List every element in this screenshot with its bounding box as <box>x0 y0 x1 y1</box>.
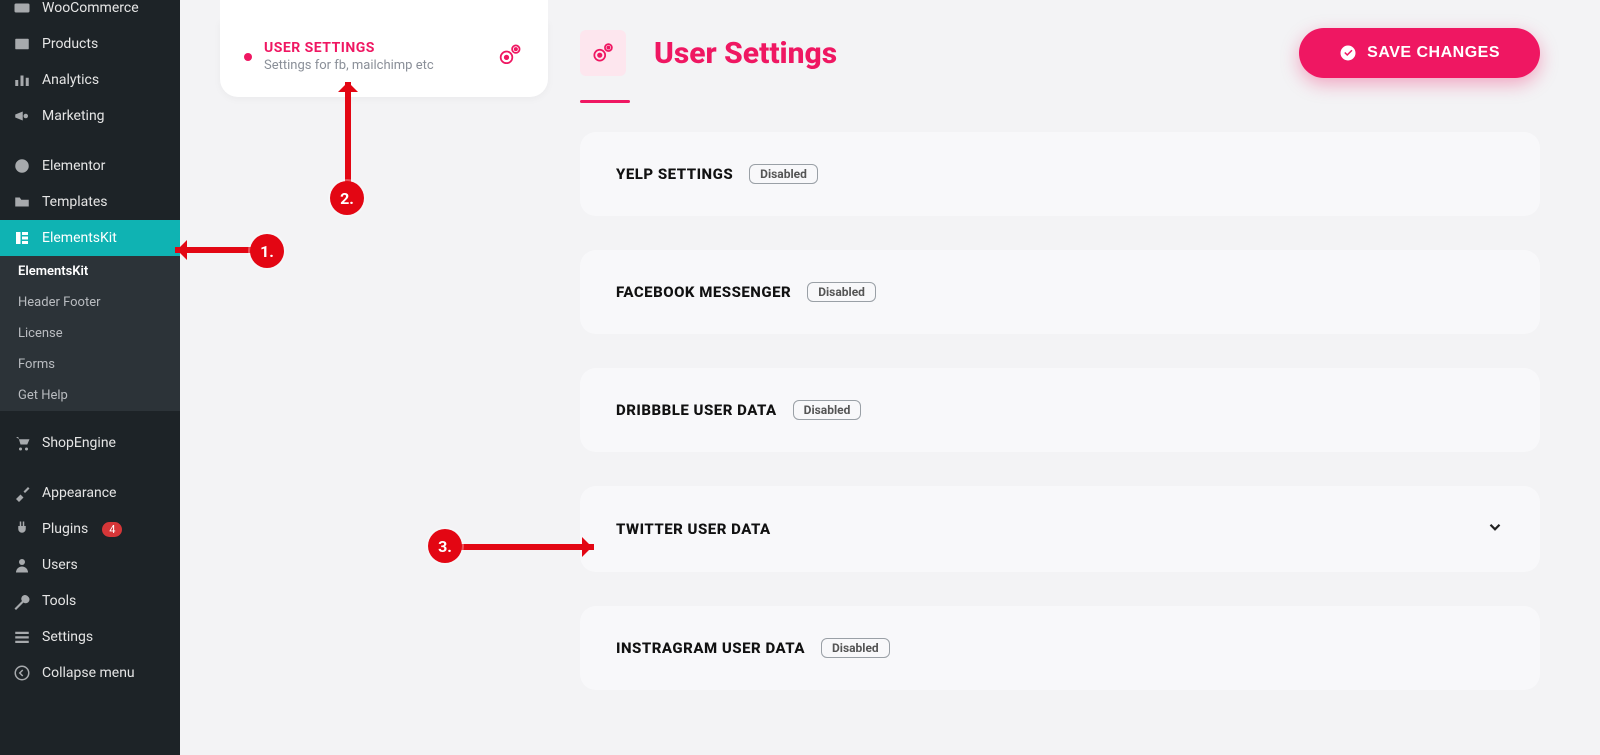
panel-title: TWITTER USER DATA <box>616 520 771 538</box>
sidebar-item-elementskit[interactable]: ElementsKit <box>0 220 180 256</box>
sidebar-subitem-elementskit[interactable]: ElementsKit <box>0 256 180 287</box>
tag-icon <box>12 35 32 53</box>
sidebar-item-products[interactable]: Products <box>0 26 180 62</box>
megaphone-icon <box>12 107 32 125</box>
annotation-marker-2: 2. <box>330 181 364 215</box>
sidebar-label: Analytics <box>42 72 99 88</box>
chevron-down-icon <box>1486 518 1504 540</box>
sidebar-label: Tools <box>42 593 76 609</box>
sidebar-label: Users <box>42 557 78 573</box>
header-underline <box>580 100 630 103</box>
panel-instagram[interactable]: INSTRAGRAM USER DATA Disabled <box>580 606 1540 690</box>
sidebar-item-tools[interactable]: Tools <box>0 583 180 619</box>
gear-icon <box>496 41 524 73</box>
annotation-arrow-1 <box>175 247 255 253</box>
brush-icon <box>12 484 32 502</box>
sidebar-label: ElementsKit <box>42 230 117 246</box>
settings-tab-card[interactable]: USER SETTINGS Settings for fb, mailchimp… <box>220 20 548 97</box>
sidebar-item-plugins[interactable]: Plugins 4 <box>0 511 180 547</box>
sidebar-label: ShopEngine <box>42 435 116 451</box>
sidebar-item-settings[interactable]: Settings <box>0 619 180 655</box>
sidebar-label: Appearance <box>42 485 116 501</box>
wp-admin-sidebar: WooCommerce Products Analytics Marketing… <box>0 0 180 755</box>
save-changes-button[interactable]: SAVE CHANGES <box>1299 28 1540 78</box>
panel-yelp[interactable]: YELP SETTINGS Disabled <box>580 132 1540 216</box>
annotation-arrow-3 <box>458 544 594 550</box>
settings-panels: YELP SETTINGS Disabled FACEBOOK MESSENGE… <box>580 132 1540 690</box>
sliders-icon <box>12 628 32 646</box>
sidebar-label: WooCommerce <box>42 0 139 16</box>
sidebar-item-woocommerce[interactable]: WooCommerce <box>0 0 180 26</box>
panel-dribbble[interactable]: DRIBBBLE USER DATA Disabled <box>580 368 1540 452</box>
sidebar-label: Settings <box>42 629 93 645</box>
panel-twitter[interactable]: TWITTER USER DATA <box>580 486 1540 572</box>
collapse-icon <box>12 664 32 682</box>
sidebar-item-analytics[interactable]: Analytics <box>0 62 180 98</box>
sidebar-subitem-get-help[interactable]: Get Help <box>0 380 180 411</box>
tab-subtitle: Settings for fb, mailchimp etc <box>264 58 490 73</box>
ekit-icon <box>12 229 32 247</box>
sidebar-item-marketing[interactable]: Marketing <box>0 98 180 134</box>
user-icon <box>12 556 32 574</box>
tab-title: USER SETTINGS <box>264 40 490 56</box>
sidebar-label: Elementor <box>42 158 105 174</box>
sidebar-item-templates[interactable]: Templates <box>0 184 180 220</box>
sidebar-label: Plugins <box>42 521 88 537</box>
status-badge: Disabled <box>793 400 862 420</box>
active-dot-icon <box>244 53 252 61</box>
header-gear-icon <box>580 30 626 76</box>
sidebar-item-shopengine[interactable]: ShopEngine <box>0 425 180 461</box>
sidebar-label: Marketing <box>42 108 105 124</box>
status-badge: Disabled <box>749 164 818 184</box>
status-badge: Disabled <box>821 638 890 658</box>
sidebar-submenu: ElementsKit Header Footer License Forms … <box>0 256 180 411</box>
sidebar-item-collapse[interactable]: Collapse menu <box>0 655 180 691</box>
plugins-update-badge: 4 <box>102 522 122 537</box>
panel-title: YELP SETTINGS <box>616 165 733 183</box>
plug-icon <box>12 520 32 538</box>
sidebar-label: Products <box>42 36 98 52</box>
wrench-icon <box>12 592 32 610</box>
annotation-arrow-2 <box>345 82 351 187</box>
sidebar-item-appearance[interactable]: Appearance <box>0 475 180 511</box>
sidebar-label: Templates <box>42 194 108 210</box>
panel-facebook-messenger[interactable]: FACEBOOK MESSENGER Disabled <box>580 250 1540 334</box>
sidebar-subitem-forms[interactable]: Forms <box>0 349 180 380</box>
annotation-marker-1: 1. <box>250 234 284 268</box>
annotation-marker-3: 3. <box>428 529 462 563</box>
sidebar-item-elementor[interactable]: Elementor <box>0 148 180 184</box>
cart-icon <box>12 434 32 452</box>
page-header: User Settings SAVE CHANGES <box>580 28 1540 78</box>
panel-title: DRIBBBLE USER DATA <box>616 401 777 419</box>
save-label: SAVE CHANGES <box>1367 44 1500 62</box>
sidebar-subitem-license[interactable]: License <box>0 318 180 349</box>
panel-title: FACEBOOK MESSENGER <box>616 283 791 301</box>
page-title: User Settings <box>654 36 837 71</box>
check-circle-icon <box>1339 44 1357 62</box>
bars-icon <box>12 71 32 89</box>
panel-title: INSTRAGRAM USER DATA <box>616 639 805 657</box>
sidebar-label: Collapse menu <box>42 665 135 681</box>
sidebar-item-users[interactable]: Users <box>0 547 180 583</box>
woo-icon <box>12 0 32 17</box>
status-badge: Disabled <box>807 282 876 302</box>
e-circle-icon <box>12 157 32 175</box>
sidebar-subitem-header-footer[interactable]: Header Footer <box>0 287 180 318</box>
folder-icon <box>12 193 32 211</box>
